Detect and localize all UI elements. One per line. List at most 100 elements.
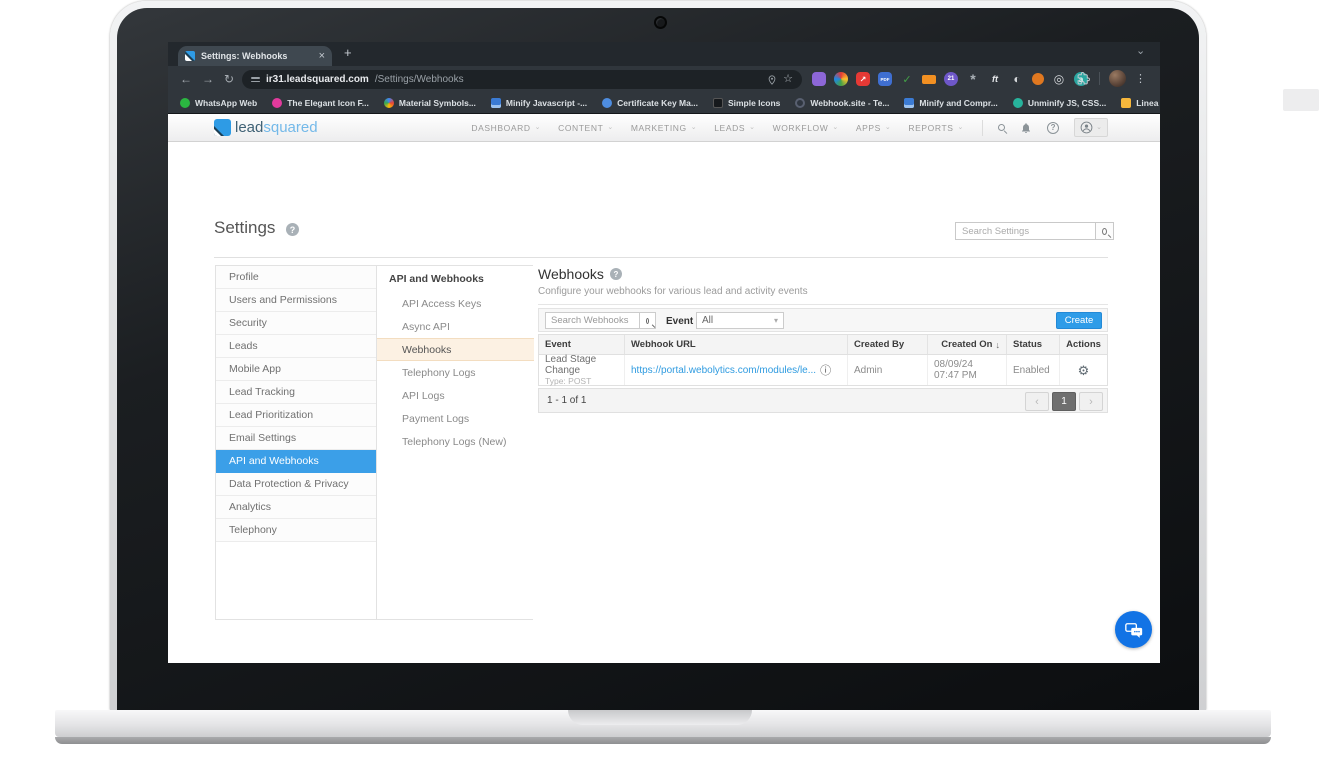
bookmark-item[interactable]: Unminify JS, CSS... [1013,98,1106,108]
bookmark-item[interactable]: WhatsApp Web [180,98,257,108]
menu-item-workflow[interactable]: WORKFLOW⌄ [773,123,839,133]
search-icon [1102,228,1107,235]
extension-icon[interactable] [922,75,936,84]
webhook-url-link[interactable]: https://portal.webolytics.com/modules/le… [631,365,816,376]
event-filter-select[interactable]: All ▾ [696,312,784,329]
extensions-puzzle-icon[interactable] [1077,72,1090,85]
whatsapp-icon [180,98,190,108]
sidebar-item-telephony[interactable]: Telephony [216,519,376,542]
submenu-item-telephony-logs[interactable]: Telephony Logs [377,361,534,384]
settings-help-icon[interactable]: ? [286,223,299,236]
sidebar-item-analytics[interactable]: Analytics [216,496,376,519]
bookmark-item[interactable]: Simple Icons [713,98,780,108]
menu-item-dashboard[interactable]: DASHBOARD⌄ [471,123,541,133]
url-bar[interactable]: ir31.leadsquared.com/Settings/Webhooks ☆ [242,70,802,89]
create-webhook-button[interactable]: Create [1056,312,1102,329]
search-webhooks-button[interactable] [639,312,656,329]
menu-item-content[interactable]: CONTENT⌄ [558,123,614,133]
sidebar-item-lead-tracking[interactable]: Lead Tracking [216,381,376,404]
browser-menu-icon[interactable]: ⋮ [1135,72,1146,85]
previous-page-button[interactable]: ‹ [1025,392,1049,411]
leadsquared-logo[interactable]: leadsquared [214,119,318,136]
reload-icon[interactable]: ↻ [224,72,234,86]
menu-item-marketing[interactable]: MARKETING⌄ [631,123,697,133]
search-settings-input[interactable] [955,222,1095,240]
new-tab-button[interactable]: + [344,45,352,60]
sidebar-item-security[interactable]: Security [216,312,376,335]
column-actions: Actions [1059,335,1107,354]
menu-item-apps[interactable]: APPS⌄ [856,123,892,133]
submenu-item-payment-logs[interactable]: Payment Logs [377,407,534,430]
help-icon[interactable]: ? [1047,122,1059,134]
sidebar-item-data-protection[interactable]: Data Protection & Privacy [216,473,376,496]
extension-icon[interactable]: ◎ [1052,72,1066,86]
extension-icon[interactable] [1032,73,1044,85]
account-menu[interactable]: ⌄ [1074,118,1108,137]
profile-avatar[interactable] [1109,70,1126,87]
webhook-site-icon [795,98,805,108]
extension-icon[interactable]: ✓ [900,72,914,86]
bookmark-item[interactable]: The Elegant Icon F... [272,98,369,108]
tab-search-chevron-icon[interactable]: ⌄ [1136,44,1145,57]
sidebar-item-lead-prioritization[interactable]: Lead Prioritization [216,404,376,427]
toolbar-divider [1099,72,1100,85]
browser-tab-active[interactable]: Settings: Webhooks × [178,46,332,66]
chat-widget-button[interactable] [1115,611,1152,648]
table-header-row: Event Webhook URL Created By Created On↓… [539,335,1107,355]
search-settings-button[interactable] [1095,222,1114,240]
bookmark-item[interactable]: Certificate Key Ma... [602,98,698,108]
row-actions-gear-icon[interactable]: ⚙ [1078,364,1090,377]
sidebar-item-mobile-app[interactable]: Mobile App [216,358,376,381]
column-created-on[interactable]: Created On↓ [927,335,1006,354]
bookmark-item[interactable]: Minify Javascript -... [491,98,587,108]
info-icon[interactable]: ⓘ [820,362,831,378]
current-page-button[interactable]: 1 [1052,392,1076,411]
site-settings-icon[interactable] [251,76,260,84]
sidebar-item-users-and-permissions[interactable]: Users and Permissions [216,289,376,312]
location-pin-icon[interactable] [767,75,777,85]
bookmark-item[interactable]: Linea Free Iconset [1121,98,1160,108]
column-status[interactable]: Status [1006,335,1059,354]
bookmark-item[interactable]: Webhook.site - Te... [795,98,889,108]
simple-icons-icon [713,98,723,108]
webhooks-toolbar: Event All ▾ Create [538,308,1108,332]
webcam [654,16,667,29]
submenu-item-telephony-logs-new[interactable]: Telephony Logs (New) [377,430,534,453]
sidebar-item-email-settings[interactable]: Email Settings [216,427,376,450]
webhooks-help-icon[interactable]: ? [610,268,622,280]
search-icon[interactable] [998,124,1005,131]
forward-icon[interactable]: → [202,72,214,86]
notifications-bell-icon[interactable] [1020,122,1032,134]
bookmark-item[interactable]: Material Symbols... [384,98,476,108]
bookmark-item[interactable]: Minify and Compr... [904,98,997,108]
sidebar-item-api-and-webhooks[interactable]: API and Webhooks [216,450,376,473]
submenu-item-api-logs[interactable]: API Logs [377,384,534,407]
search-webhooks-input[interactable] [545,312,639,329]
extension-icon[interactable]: ↗ [856,72,870,86]
extension-icon[interactable]: ft [988,72,1002,86]
column-event[interactable]: Event [539,335,624,354]
extension-icon[interactable]: PDF [878,72,892,86]
submenu-item-webhooks[interactable]: Webhooks [377,338,534,361]
submenu-item-async-api[interactable]: Async API [377,315,534,338]
extension-icon[interactable] [834,72,848,86]
extension-icon[interactable]: 21 [944,72,958,86]
column-created-by[interactable]: Created By [847,335,927,354]
cell-actions: ⚙ [1059,355,1107,385]
column-webhook-url[interactable]: Webhook URL [624,335,847,354]
tab-close-icon[interactable]: × [319,51,325,62]
bookmark-star-icon[interactable]: ☆ [783,74,793,85]
next-page-button[interactable]: › [1079,392,1103,411]
extension-icon[interactable] [812,72,826,86]
leadsquared-wordmark: leadsquared [235,119,318,136]
extension-icon[interactable]: * [966,72,980,86]
settings-panel: Profile Users and Permissions Security L… [215,265,533,620]
menu-item-leads[interactable]: LEADS⌄ [714,123,755,133]
back-icon[interactable]: ← [180,72,192,86]
menu-item-reports[interactable]: REPORTS⌄ [908,123,964,133]
nav-divider [982,120,983,136]
sidebar-item-profile[interactable]: Profile [216,266,376,289]
submenu-item-api-access-keys[interactable]: API Access Keys [377,292,534,315]
extension-icon[interactable]: ◐ [1010,72,1024,86]
sidebar-item-leads[interactable]: Leads [216,335,376,358]
